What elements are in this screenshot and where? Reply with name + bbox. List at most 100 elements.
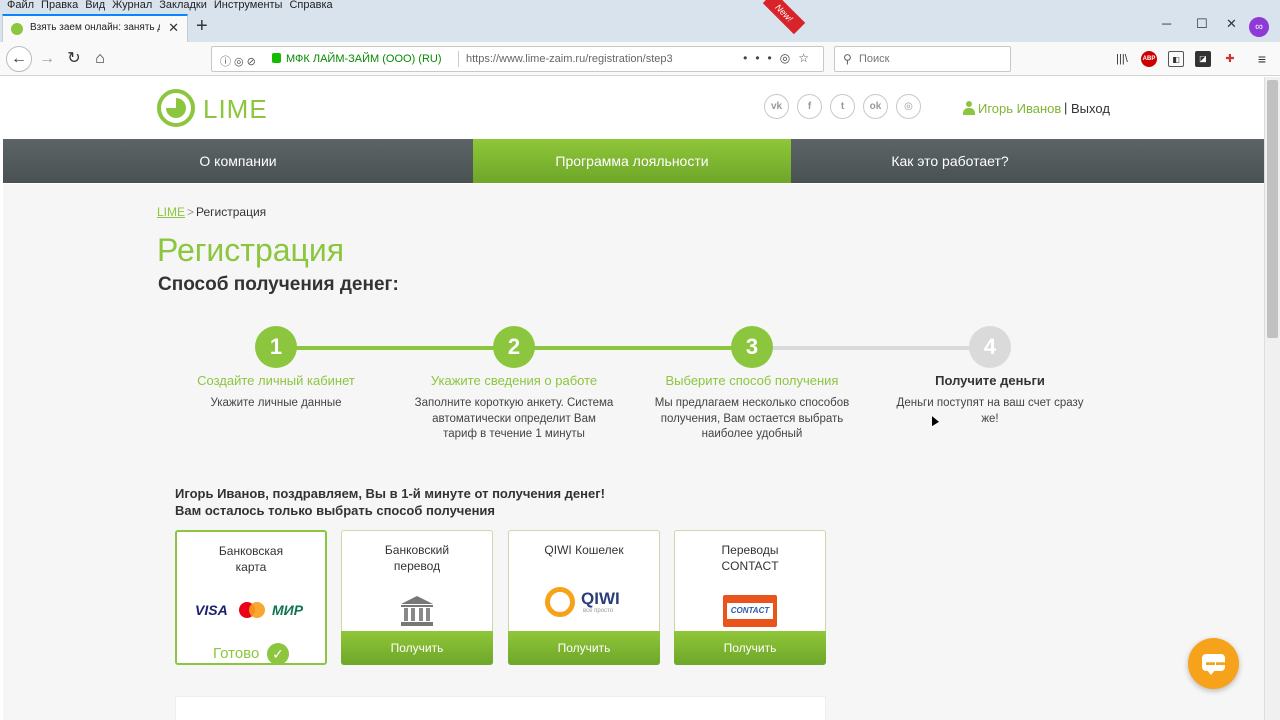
ready-status: Готово (213, 645, 260, 662)
congrats-line-1: Игорь Иванов, поздравляем, Вы в 1-й мину… (175, 486, 605, 501)
extension-red-icon[interactable]: ✚ (1222, 51, 1238, 67)
close-window-icon[interactable]: ✕ (1226, 16, 1237, 32)
method-title-line: Банковская (218, 544, 284, 558)
method-title-line: карта (235, 560, 267, 574)
main-navigation: О компании Программа лояльности Как это … (3, 139, 1264, 183)
menu-history[interactable]: Журнал (112, 0, 152, 11)
site-logo-text[interactable]: LIME (203, 94, 268, 125)
congrats-message: Игорь Иванов, поздравляем, Вы в 1-й мину… (175, 485, 605, 519)
search-bar[interactable]: ⚲ (834, 46, 1011, 72)
chat-button[interactable]: ▬▬ (1188, 638, 1239, 689)
method-card-qiwi[interactable]: QIWI Кошелек QIWI всё просто Получить (508, 530, 660, 665)
twitter-icon[interactable]: t (830, 94, 855, 119)
facebook-icon[interactable]: f (797, 94, 822, 119)
menu-bookmarks[interactable]: Закладки (159, 0, 207, 11)
lime-favicon-icon (11, 23, 23, 35)
menu-edit[interactable]: Правка (41, 0, 78, 11)
bank-building-icon (401, 596, 433, 626)
menu-bar: Файл Правка Вид Журнал Закладки Инструменты Сп… (0, 0, 1280, 12)
maximize-icon[interactable]: ☐ (1196, 16, 1208, 32)
tab-close-icon[interactable]: ✕ (168, 20, 179, 36)
page-subtitle: Способ получения денег: (158, 274, 399, 295)
menu-tools[interactable]: Инструменты (214, 0, 283, 11)
scrollbar-thumb[interactable] (1267, 80, 1278, 338)
chat-dots-icon: ▬▬ (1206, 657, 1226, 667)
method-card-bank-transfer[interactable]: Банковский перевод Получить (341, 530, 493, 665)
check-icon: ✓ (267, 643, 289, 665)
step-1-description: Укажите личные данные (210, 397, 342, 409)
step-2-circle: 2 (493, 326, 535, 368)
header-separator: | (1064, 100, 1068, 115)
library-icon[interactable]: |||\ (1114, 51, 1130, 67)
site-identity[interactable]: МФК ЛАЙМ-ЗАЙМ (ООО) (RU) (286, 53, 442, 65)
mir-logo: МИР (272, 602, 304, 618)
step-1-title: Создайте личный кабинет (197, 373, 355, 388)
new-tab-icon[interactable]: + (196, 15, 208, 37)
address-bar[interactable]: ⓘ◎⊘ МФК ЛАЙМ-ЗАЙМ (ООО) (RU) https://www… (211, 46, 824, 72)
odnoklassniki-icon[interactable]: ok (863, 94, 888, 119)
reload-button[interactable]: ↻ (62, 48, 86, 72)
breadcrumb-separator: > (187, 205, 195, 219)
extension-icon[interactable]: ◪ (1195, 51, 1211, 67)
back-button[interactable]: ← (6, 46, 32, 72)
method-title-line: Банковский (384, 543, 450, 557)
url-divider (458, 51, 459, 67)
visa-logo: VISA (195, 602, 228, 618)
url-text[interactable]: https://www.lime-zaim.ru/registration/st… (466, 53, 673, 65)
method-title-line: Переводы (721, 543, 779, 557)
menu-help[interactable]: Справка (289, 0, 332, 11)
browser-tab[interactable]: Взять заем онлайн: занять день ✕ (2, 14, 188, 42)
get-button-qiwi[interactable]: Получить (508, 631, 660, 665)
hamburger-menu-icon[interactable]: ≡ (1254, 51, 1270, 67)
step-progress-line-pending (752, 346, 990, 350)
chat-bubble-icon: ▬▬ (1202, 654, 1226, 675)
qiwi-circle-icon (545, 587, 575, 617)
breadcrumb: LIME > Регистрация (157, 205, 266, 219)
menu-file[interactable]: Файл (7, 0, 34, 11)
contact-logo: CONTACT (723, 595, 777, 627)
method-title-line: CONTACT (721, 559, 779, 573)
sidebar-icon[interactable]: ◧ (1168, 51, 1184, 67)
form-panel (175, 696, 826, 720)
step-3-circle: 3 (731, 326, 773, 368)
adblock-icon[interactable]: ABP (1141, 51, 1157, 67)
instagram-icon[interactable]: ◎ (896, 94, 921, 119)
logout-link[interactable]: Выход (1071, 101, 1110, 116)
forward-button[interactable]: → (35, 48, 59, 72)
get-button-contact[interactable]: Получить (674, 631, 826, 665)
vk-icon[interactable]: vk (764, 94, 789, 119)
home-button[interactable]: ⌂ (88, 48, 112, 72)
user-name-link[interactable]: Игорь Иванов (978, 101, 1061, 116)
step-2-description: Заполните короткую анкету. Система автом… (414, 397, 614, 440)
site-info-icon[interactable]: ⓘ◎⊘ (220, 53, 259, 69)
method-card-bank-card[interactable]: Банковская карта VISA МИР Готово ✓ (175, 530, 327, 665)
nav-loyalty[interactable]: Программа лояльности (473, 139, 791, 183)
nav-how-it-works[interactable]: Как это работает? (791, 139, 1109, 183)
tab-title: Взять заем онлайн: занять день (30, 22, 160, 33)
method-card-contact[interactable]: Переводы CONTACT CONTACT Получить (674, 530, 826, 665)
get-button-bank-transfer[interactable]: Получить (341, 631, 493, 665)
qiwi-logo-sub: всё просто (583, 608, 614, 614)
method-card-title: Банковская карта (177, 543, 325, 575)
tab-strip: Взять заем онлайн: занять день ✕ + ─ ☐ ✕… (0, 12, 1280, 42)
menu-view[interactable]: Вид (85, 0, 105, 11)
lime-logo-icon[interactable] (157, 89, 195, 127)
private-browsing-icon[interactable]: ∞ (1249, 17, 1269, 37)
search-input[interactable] (859, 50, 999, 68)
method-title-line: QIWI Кошелек (544, 543, 624, 557)
breadcrumb-home[interactable]: LIME (157, 205, 185, 219)
navigation-toolbar: ← → ↻ ⌂ ⓘ◎⊘ МФК ЛАЙМ-ЗАЙМ (ООО) (RU) htt… (0, 42, 1280, 76)
congrats-line-2: Вам осталось только выбрать способ получ… (175, 503, 496, 518)
minimize-icon[interactable]: ─ (1162, 16, 1171, 31)
lock-icon (272, 53, 281, 63)
page-title: Регистрация (157, 232, 345, 268)
step-3-description: Мы предлагаем несколько способов получен… (654, 397, 850, 440)
qiwi-logo-text: QIWI (581, 589, 620, 608)
page-scrollbar[interactable] (1264, 77, 1280, 720)
page-actions-icon[interactable]: •••◎☆ (743, 51, 817, 65)
breadcrumb-current: Регистрация (196, 205, 267, 219)
site-header: LIME vk f t ok ◎ Игорь Иванов | Выход (0, 77, 1264, 139)
step-4-circle: 4 (969, 326, 1011, 368)
user-icon (963, 101, 975, 115)
nav-about[interactable]: О компании (3, 139, 473, 183)
